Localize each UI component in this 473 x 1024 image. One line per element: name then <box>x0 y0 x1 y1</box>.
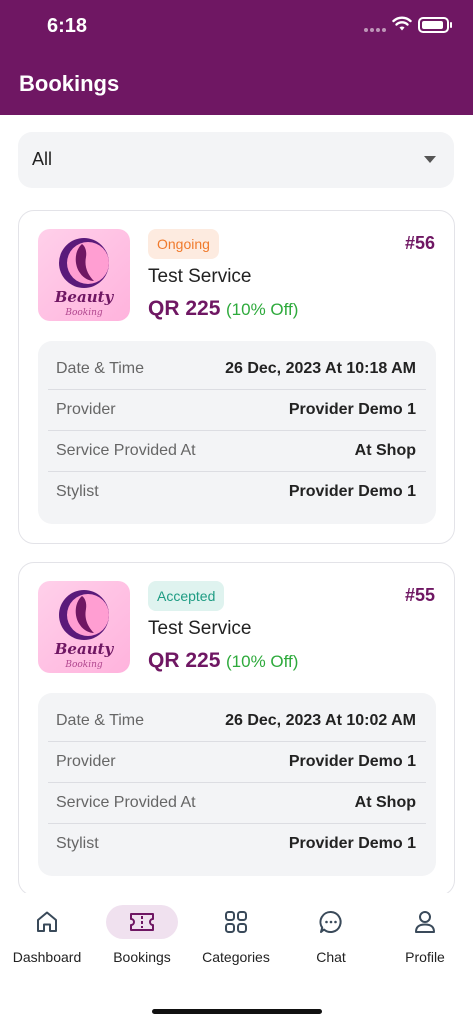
detail-value: Provider Demo 1 <box>288 753 416 770</box>
grid-icon <box>225 911 247 933</box>
detail-row-location: Service Provided At At Shop <box>48 431 426 472</box>
home-indicator[interactable] <box>152 1009 322 1014</box>
booking-details: Date & Time 26 Dec, 2023 At 10:18 AM Pro… <box>38 341 436 524</box>
status-badge: Accepted <box>148 581 225 611</box>
svg-text:Beauty: Beauty <box>54 640 115 658</box>
detail-label: Date & Time <box>56 712 145 729</box>
service-price: QR 225 <box>148 649 221 672</box>
status-bar: 6:18 <box>0 0 473 54</box>
status-badge: Ongoing <box>148 229 219 259</box>
booking-id: #55 <box>404 585 435 605</box>
nav-item-chat[interactable]: Chat <box>291 905 371 965</box>
detail-label: Provider <box>56 401 116 418</box>
nav-item-categories[interactable]: Categories <box>196 905 276 965</box>
detail-label: Stylist <box>56 483 99 500</box>
detail-label: Date & Time <box>56 360 145 377</box>
booking-details: Date & Time 26 Dec, 2023 At 10:02 AM Pro… <box>38 693 436 876</box>
page-title: Bookings <box>19 71 120 96</box>
detail-value: At Shop <box>354 794 416 811</box>
discount-label: (10% Off) <box>226 652 299 671</box>
beauty-booking-logo: Beauty Booking <box>38 581 130 673</box>
signal-icon <box>364 28 386 32</box>
nav-label: Profile <box>405 949 445 965</box>
detail-value: Provider Demo 1 <box>288 483 416 500</box>
chevron-down-icon <box>424 156 436 163</box>
detail-value: Provider Demo 1 <box>288 401 416 418</box>
service-name: Test Service <box>148 618 252 639</box>
detail-label: Stylist <box>56 835 99 852</box>
detail-row-stylist: Stylist Provider Demo 1 <box>48 472 426 513</box>
svg-text:Beauty: Beauty <box>54 288 115 306</box>
nav-item-profile[interactable]: Profile <box>385 905 465 965</box>
detail-value: 26 Dec, 2023 At 10:18 AM <box>225 360 416 377</box>
wifi-icon <box>392 16 412 31</box>
detail-value: 26 Dec, 2023 At 10:02 AM <box>225 712 416 729</box>
nav-label: Dashboard <box>12 949 82 965</box>
chat-icon <box>319 911 342 933</box>
detail-row-provider: Provider Provider Demo 1 <box>48 742 426 783</box>
nav-item-dashboard[interactable]: Dashboard <box>7 905 87 965</box>
beauty-booking-logo: Beauty Booking <box>38 229 130 321</box>
booking-card[interactable]: Beauty Booking Accepted #55 Test Service… <box>18 562 455 896</box>
nav-item-bookings[interactable]: Bookings <box>102 905 182 965</box>
booking-card[interactable]: Beauty Booking Ongoing #56 Test Service … <box>18 210 455 544</box>
discount-label: (10% Off) <box>226 300 299 319</box>
person-icon <box>415 911 435 933</box>
bottom-navigation: Dashboard Bookings Categories Chat Profi… <box>0 893 473 1024</box>
home-icon <box>37 911 57 932</box>
status-time: 6:18 <box>47 15 88 37</box>
detail-row-datetime: Date & Time 26 Dec, 2023 At 10:02 AM <box>48 701 426 742</box>
nav-label: Bookings <box>113 949 171 965</box>
svg-text:Booking: Booking <box>64 308 103 318</box>
service-price: QR 225 <box>148 297 221 320</box>
service-name: Test Service <box>148 266 252 287</box>
svg-text:Booking: Booking <box>64 660 103 670</box>
detail-value: Provider Demo 1 <box>288 835 416 852</box>
filter-selected-value: All <box>32 149 53 169</box>
detail-row-provider: Provider Provider Demo 1 <box>48 390 426 431</box>
battery-icon <box>418 17 452 33</box>
nav-label: Chat <box>316 949 346 965</box>
app-bar: Bookings <box>0 54 473 115</box>
booking-id: #56 <box>404 233 435 253</box>
nav-label: Categories <box>202 949 270 965</box>
detail-value: At Shop <box>354 442 416 459</box>
detail-label: Service Provided At <box>56 794 196 811</box>
detail-row-stylist: Stylist Provider Demo 1 <box>48 824 426 865</box>
detail-label: Service Provided At <box>56 442 196 459</box>
status-filter-dropdown[interactable]: All <box>18 132 454 188</box>
ticket-icon <box>130 913 154 931</box>
detail-row-datetime: Date & Time 26 Dec, 2023 At 10:18 AM <box>48 349 426 390</box>
detail-row-location: Service Provided At At Shop <box>48 783 426 824</box>
detail-label: Provider <box>56 753 116 770</box>
